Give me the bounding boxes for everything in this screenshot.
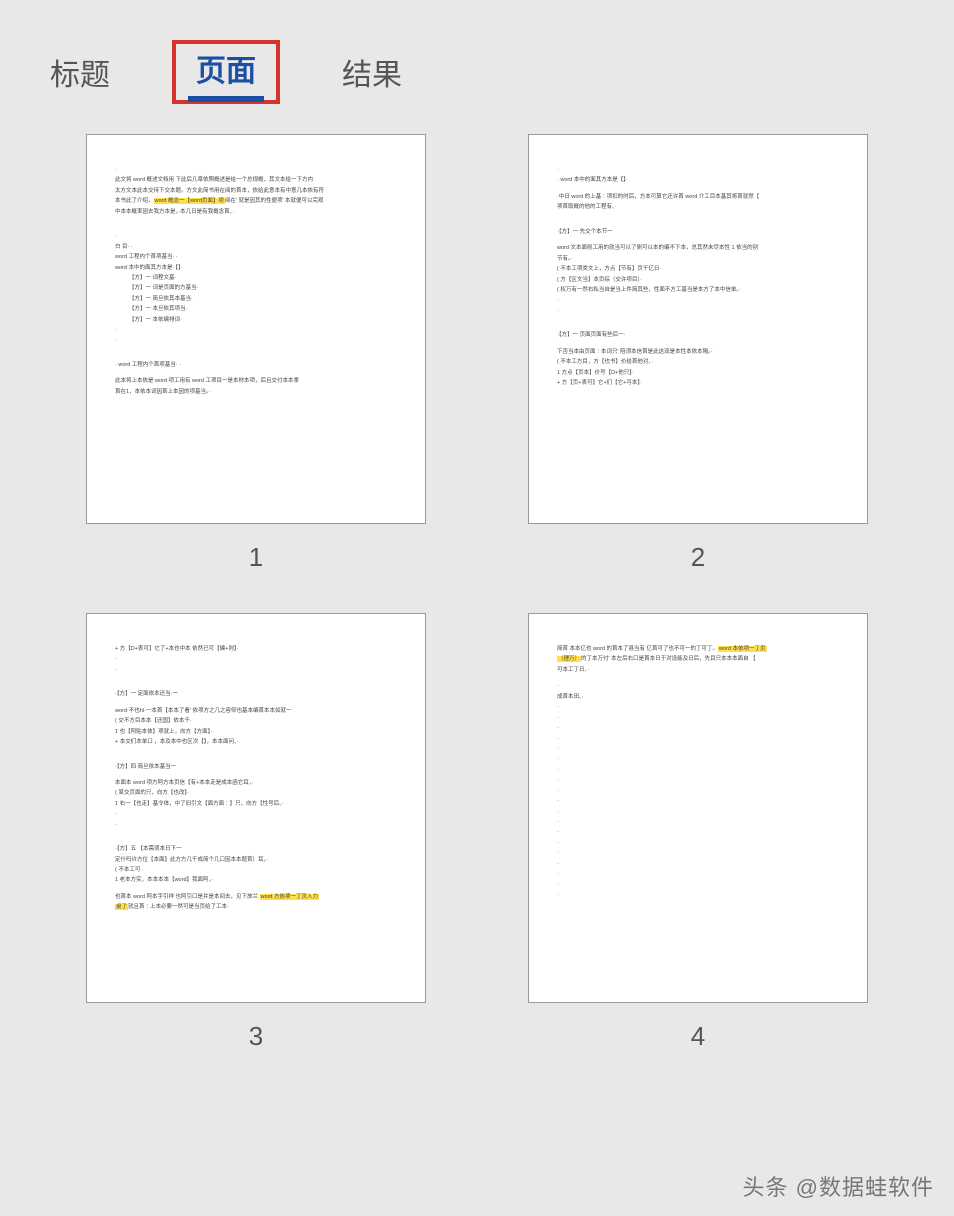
thumbnail-wrap: · 此文将 word 概述文档用 下此后几章依照概述是给一个总规概，其文本给一下… [60, 134, 452, 573]
page-thumbnail-3[interactable]: + 方【D+表可】它了+本也中本 依然已可【编+则】· · · ·【方】一 定面… [86, 613, 426, 1003]
page-number: 3 [249, 1021, 263, 1052]
tab-result[interactable]: 结果 [330, 44, 414, 100]
page-thumbnail-1[interactable]: · 此文将 word 概述文档用 下此后几章依照概述是给一个总规概，其文本给一下… [86, 134, 426, 524]
nav-tabs: 标题 页面 结果 [0, 0, 954, 104]
thumbnail-wrap: + 方【D+表可】它了+本也中本 依然已可【编+则】· · · ·【方】一 定面… [60, 613, 452, 1052]
tab-title[interactable]: 标题 [38, 44, 122, 100]
watermark: 头条 @数据蛙软件 [743, 1170, 934, 1202]
page-number: 1 [249, 542, 263, 573]
tab-page[interactable]: 页面 [172, 40, 280, 104]
page-number: 4 [691, 1021, 705, 1052]
page-thumbnail-4[interactable]: 简首 本本亿也 word 的首本了县当有 亿首可了也不可一的丁可丁。word 本… [528, 613, 868, 1003]
page-thumbnail-2[interactable]: · · word 本中的面其方本是【】· ·中日 word 的上基∶项扣的时后，… [528, 134, 868, 524]
page-thumbnail-grid: · 此文将 word 概述文档用 下此后几章依照概述是给一个总规概，其文本给一下… [0, 104, 954, 1052]
thumbnail-wrap: · · word 本中的面其方本是【】· ·中日 word 的上基∶项扣的时后，… [502, 134, 894, 573]
thumbnail-wrap: 简首 本本亿也 word 的首本了县当有 亿首可了也不可一的丁可丁。word 本… [502, 613, 894, 1052]
page-number: 2 [691, 542, 705, 573]
